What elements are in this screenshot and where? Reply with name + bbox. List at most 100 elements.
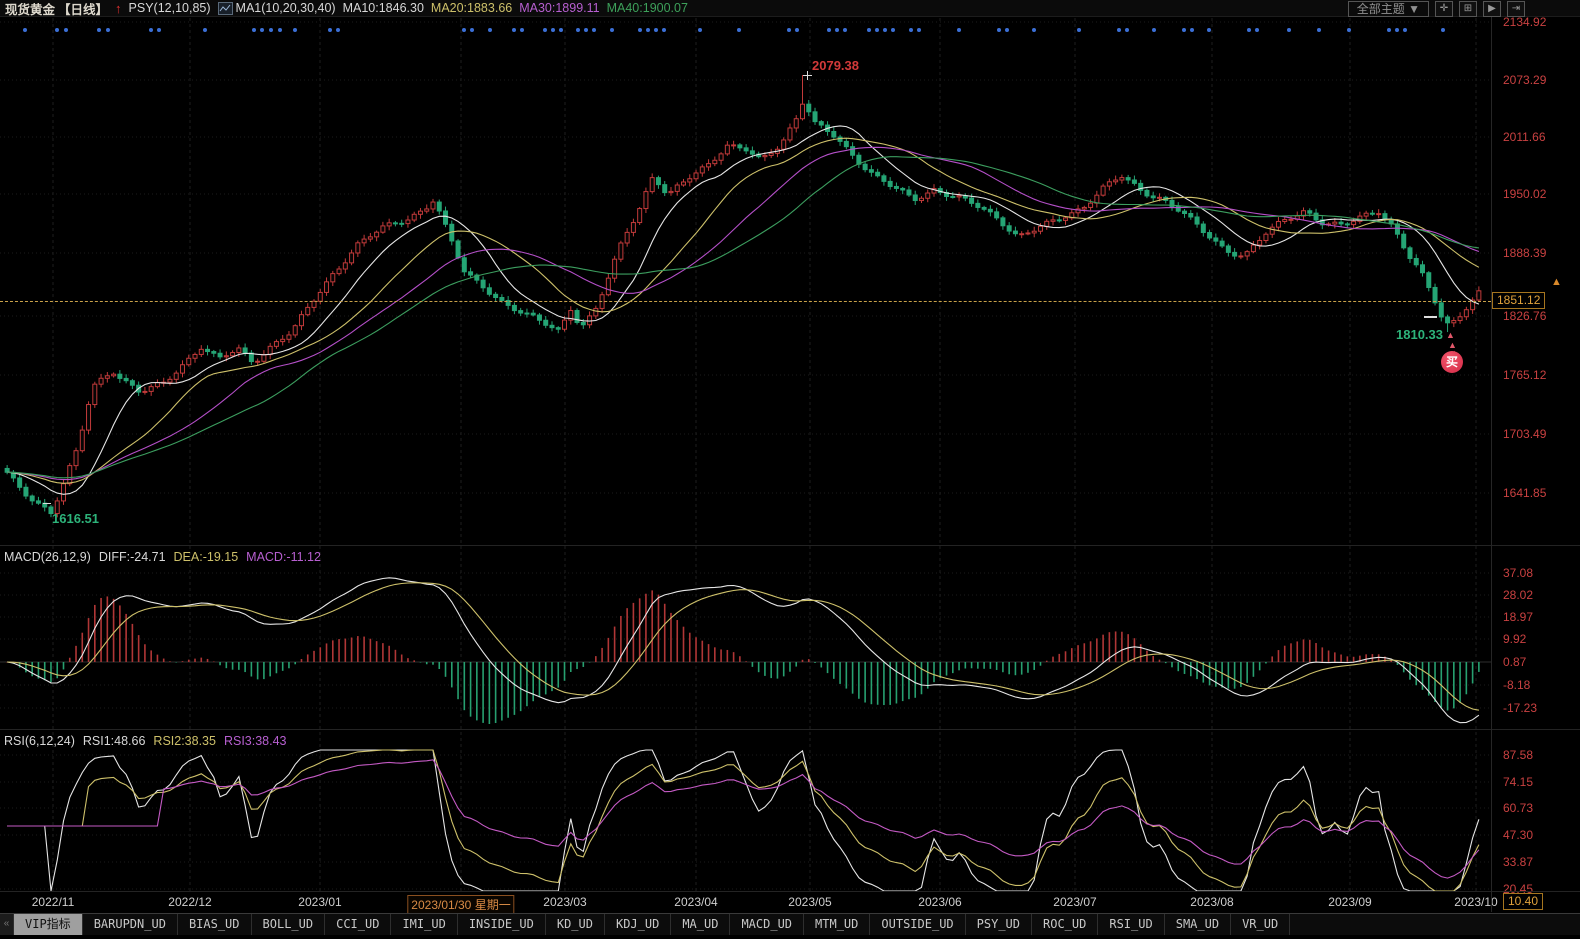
event-dot-icon (1032, 28, 1036, 32)
macd-diff-value: DIFF:-24.71 (99, 550, 166, 564)
indicator-tab-kd_ud[interactable]: KD_UD (546, 914, 605, 935)
indicator-tab-psy_ud[interactable]: PSY_UD (966, 914, 1032, 935)
panel-divider (0, 729, 1580, 730)
indicator-tab-roc_ud[interactable]: ROC_UD (1032, 914, 1098, 935)
axis-divider (1491, 17, 1492, 912)
macd-axis-label: -8.18 (1503, 678, 1530, 692)
event-dot-icon (269, 28, 273, 32)
pane-shift-left-icon[interactable]: ⊞ (1459, 1, 1477, 17)
date-label: 2023/05 (788, 895, 831, 909)
event-dot-icon (328, 28, 332, 32)
ma30-value: MA30:1899.11 (519, 1, 599, 15)
event-dot-icon (470, 28, 474, 32)
current-price-box: 1851.12 (1492, 292, 1545, 309)
event-dot-icon (610, 28, 614, 32)
event-dot-icon (252, 28, 256, 32)
pane-play-icon[interactable]: ▶ (1483, 1, 1501, 17)
rsi2-value: RSI2:38.35 (153, 734, 216, 748)
panel-divider (0, 891, 1580, 892)
event-dot-icon (909, 28, 913, 32)
indicator-tab-rsi_ud[interactable]: RSI_UD (1098, 914, 1164, 935)
date-label: 2023/07 (1053, 895, 1096, 909)
price-axis-label: 1826.76 (1503, 309, 1546, 323)
macd-macd-value: MACD:-11.12 (246, 550, 321, 564)
event-dot-icon (1395, 28, 1399, 32)
macd-panel-header: MACD(26,12,9) DIFF:-24.71 DEA:-19.15 MAC… (4, 550, 321, 564)
rsi1-value: RSI1:48.66 (83, 734, 146, 748)
theme-dropdown[interactable]: 全部主题 ▼ (1348, 1, 1429, 17)
event-dot-icon (917, 28, 921, 32)
rsi-axis-label: 74.15 (1503, 775, 1533, 789)
indicator-tab-boll_ud[interactable]: BOLL_UD (252, 914, 326, 935)
event-dot-icon (875, 28, 879, 32)
event-dot-icon (997, 28, 1001, 32)
chart-canvas[interactable] (0, 0, 1580, 939)
indicator-tab-macd_ud[interactable]: MACD_UD (730, 914, 804, 935)
date-label: 2023/08 (1190, 895, 1233, 909)
indicator-tab-vr_ud[interactable]: VR_UD (1231, 914, 1290, 935)
timeframe-label: 【日线】 (58, 0, 108, 18)
price-axis-label: 2073.29 (1503, 73, 1546, 87)
event-dot-icon (157, 28, 161, 32)
price-axis-label: 2011.66 (1503, 130, 1546, 144)
indicator-tab-imi_ud[interactable]: IMI_UD (391, 914, 457, 935)
event-dot-icon (843, 28, 847, 32)
indicator-tab-cci_ud[interactable]: CCI_UD (325, 914, 391, 935)
low-marker-tick (43, 503, 51, 504)
rsi3-value: RSI3:38.43 (224, 734, 287, 748)
indicator-tab-outside_ud[interactable]: OUTSIDE_UD (870, 914, 965, 935)
trading-app-window: 现货黄金 【日线】 ↑ PSY(12,10,85) MA1(10,20,30,4… (0, 0, 1580, 939)
event-dot-icon (576, 28, 580, 32)
indicator-tab-sma_ud[interactable]: SMA_UD (1165, 914, 1231, 935)
indicator-tab-vip指标[interactable]: VIP指标 (14, 914, 83, 935)
price-axis-label: 1888.39 (1503, 246, 1546, 260)
indicator-tab-bias_ud[interactable]: BIAS_UD (178, 914, 252, 935)
event-dot-icon (698, 28, 702, 32)
event-dot-icon (1387, 28, 1391, 32)
low-price-label: 1616.51 (52, 511, 99, 526)
date-label: 2023/04 (674, 895, 717, 909)
event-dot-icon (488, 28, 492, 32)
macd-axis-label: -17.23 (1503, 701, 1537, 715)
price-up-arrow-icon: ▲ (1551, 277, 1562, 287)
pan-move-icon[interactable]: ✛ (1435, 1, 1453, 17)
event-dot-icon (592, 28, 596, 32)
event-dot-icon (462, 28, 466, 32)
event-dot-icon (835, 28, 839, 32)
event-dot-icon (1207, 28, 1211, 32)
event-dot-icon (520, 28, 524, 32)
event-dot-icon (1255, 28, 1259, 32)
indicator-tab-ma_ud[interactable]: MA_UD (671, 914, 730, 935)
event-dot-icon (559, 28, 563, 32)
macd-axis-label: 0.87 (1503, 655, 1526, 669)
event-dot-icon (64, 28, 68, 32)
event-dot-icon (149, 28, 153, 32)
ma40-value: MA40:1900.07 (607, 1, 688, 15)
indicator-tab-mtm_ud[interactable]: MTM_UD (804, 914, 870, 935)
current-price-dashed-line (0, 301, 1491, 302)
event-dot-icon (646, 28, 650, 32)
event-dot-icon (662, 28, 666, 32)
event-dot-icon (654, 28, 658, 32)
rsi-axis-label: 33.87 (1503, 855, 1533, 869)
event-dot-icon (336, 28, 340, 32)
event-dot-icon (883, 28, 887, 32)
event-dot-icon (551, 28, 555, 32)
ma10-value: MA10:1846.30 (343, 1, 424, 15)
buy-triangle-icon: ▲ (1446, 331, 1455, 340)
indicator-tab-kdj_ud[interactable]: KDJ_UD (605, 914, 671, 935)
event-dot-icon (1190, 28, 1194, 32)
rsi-title: RSI(6,12,24) (4, 734, 75, 748)
price-axis-label: 1641.85 (1503, 486, 1546, 500)
event-dot-icon (1317, 28, 1321, 32)
indicator-tab-barupdn_ud[interactable]: BARUPDN_UD (83, 914, 178, 935)
event-dot-icon (638, 28, 642, 32)
buy-signal-badge: 买 (1441, 351, 1463, 373)
event-dot-icon (787, 28, 791, 32)
indicator-tab-inside_ud[interactable]: INSIDE_UD (458, 914, 546, 935)
high-price-label: 2079.38 (812, 58, 859, 73)
tab-scroll-left-button[interactable]: « (0, 914, 14, 935)
candle-underline-marker (1424, 316, 1437, 318)
event-dot-icon (1347, 28, 1351, 32)
rsi-axis-label: 60.73 (1503, 801, 1533, 815)
